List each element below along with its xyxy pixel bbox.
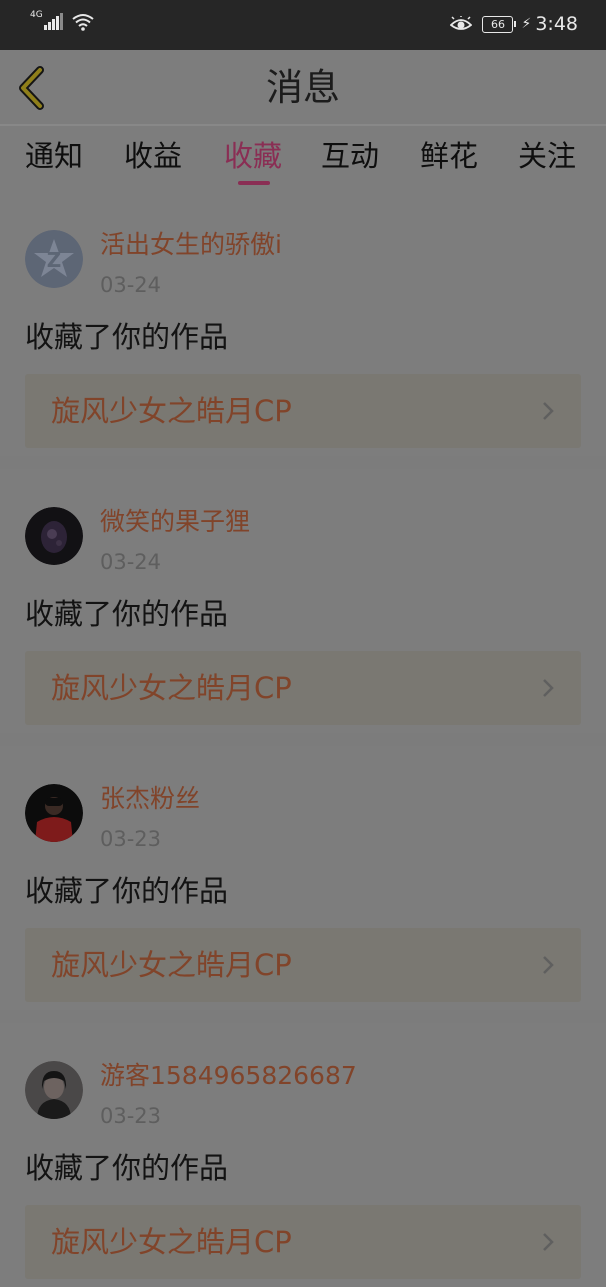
charging-icon: ⚡	[521, 16, 532, 32]
work-title: 旋风少女之皓月CP	[51, 948, 292, 982]
status-right: 66 ⚡ 3:48	[450, 13, 578, 35]
activity-text: 收藏了你的作品	[25, 597, 229, 631]
activity-text: 收藏了你的作品	[25, 320, 229, 354]
timestamp: 03-24	[100, 273, 162, 297]
tab-bar: 通知 收益 收藏 互动 鲜花 关注	[0, 126, 606, 192]
network-type: 4G	[30, 10, 43, 20]
username[interactable]: 张杰粉丝	[100, 784, 200, 814]
work-link[interactable]: 旋风少女之皓月CP	[25, 928, 581, 1002]
wifi-icon	[72, 14, 94, 31]
username[interactable]: 微笑的果子狸	[100, 507, 250, 537]
chevron-right-icon	[543, 1233, 554, 1251]
chevron-right-icon	[543, 402, 554, 420]
timestamp: 03-23	[100, 827, 162, 851]
svg-text:Z: Z	[47, 248, 62, 272]
work-link[interactable]: 旋风少女之皓月CP	[25, 374, 581, 448]
page-title: 消息	[266, 66, 340, 109]
tab-flowers[interactable]: 鲜花	[420, 136, 478, 176]
username[interactable]: 游客1584965826687	[100, 1061, 357, 1091]
battery-icon: 66	[482, 15, 517, 33]
tab-earnings[interactable]: 收益	[124, 136, 182, 176]
tab-interactions[interactable]: 互动	[321, 136, 379, 176]
work-link[interactable]: 旋风少女之皓月CP	[25, 1205, 581, 1279]
timestamp: 03-24	[100, 550, 162, 574]
work-link[interactable]: 旋风少女之皓月CP	[25, 651, 581, 725]
tab-notifications[interactable]: 通知	[25, 136, 83, 176]
battery-level: 66	[482, 15, 514, 33]
active-tab-indicator	[238, 181, 270, 185]
signal-icon	[43, 12, 64, 30]
activity-text: 收藏了你的作品	[25, 874, 229, 908]
tab-follows[interactable]: 关注	[518, 136, 576, 176]
chevron-right-icon	[543, 956, 554, 974]
timestamp: 03-23	[100, 1104, 162, 1128]
avatar[interactable]: Z	[25, 230, 83, 288]
clock: 3:48	[535, 13, 578, 35]
chevron-right-icon	[543, 679, 554, 697]
activity-text: 收藏了你的作品	[25, 1151, 229, 1185]
list-item: 微笑的果子狸 03-24 收藏了你的作品 旋风少女之皓月CP	[0, 469, 606, 733]
username[interactable]: 活出女生的骄傲i	[100, 230, 282, 260]
list-item: 游客1584965826687 03-23 收藏了你的作品 旋风少女之皓月CP	[0, 1023, 606, 1287]
tab-favorites[interactable]: 收藏	[224, 136, 282, 176]
avatar[interactable]	[25, 507, 83, 565]
avatar[interactable]	[25, 784, 83, 842]
list-item: 张杰粉丝 03-23 收藏了你的作品 旋风少女之皓月CP	[0, 746, 606, 1010]
eye-comfort-icon	[450, 16, 473, 30]
avatar[interactable]	[25, 1061, 83, 1119]
work-title: 旋风少女之皓月CP	[51, 394, 292, 428]
work-title: 旋风少女之皓月CP	[51, 1225, 292, 1259]
app-header: 消息	[0, 50, 606, 124]
list-item: Z 活出女生的骄傲i 03-24 收藏了你的作品 旋风少女之皓月CP	[0, 192, 606, 456]
work-title: 旋风少女之皓月CP	[51, 671, 292, 705]
status-left: 4G	[30, 10, 94, 31]
status-bar: 4G 66 ⚡ 3:48	[0, 0, 606, 50]
